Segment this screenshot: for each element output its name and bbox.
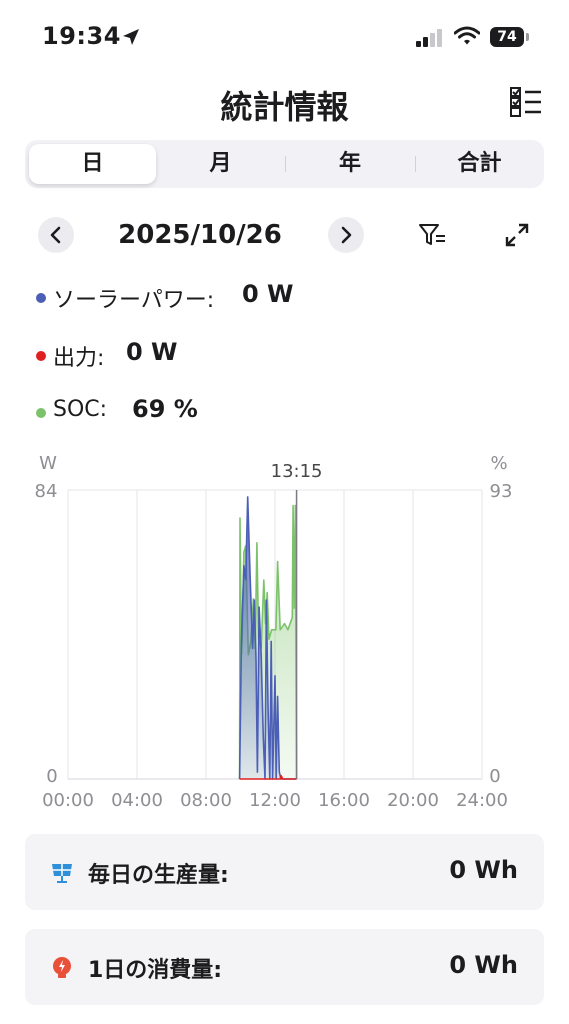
current-date[interactable]: 2025/10/26 [100,220,300,250]
daily-consumption-card: 1日の消費量: 0 Wh [25,929,544,1005]
cursor-time-label: 13:15 [271,461,323,482]
x-tick-label: 16:00 [318,790,370,811]
legend-dot [36,408,46,418]
tab-total[interactable]: 合計 [415,140,544,188]
legend-label: 出力: [53,346,105,371]
legend-value: 69 % [132,395,198,423]
x-tick-label: 20:00 [387,790,439,811]
x-tick-label: 24:00 [456,790,508,811]
x-tick-label: 12:00 [249,790,301,811]
next-date-button[interactable] [328,217,364,253]
left-axis-min: 0 [46,766,57,787]
tab-day[interactable]: 日 [29,144,156,184]
chevron-right-icon [341,226,352,244]
legend-dot [36,351,46,361]
card-value: 0 Wh [449,856,518,884]
card-value: 0 Wh [449,951,518,979]
chevron-left-icon [50,226,61,244]
legend-label: ソーラーパワー: [53,288,215,313]
daily-production-card: 毎日の生産量: 0 Wh [25,834,544,910]
right-axis-min: 0 [489,766,500,787]
legend-label: SOC: [53,397,108,422]
card-label: 1日の消費量: [88,958,223,983]
location-arrow-icon [123,29,139,45]
card-label: 毎日の生産量: [88,863,229,888]
x-tick-label: 04:00 [111,790,163,811]
legend-value: 0 W [242,280,294,308]
left-axis-unit: W [39,453,57,474]
prev-date-button[interactable] [38,217,74,253]
power-chart[interactable]: W % 84 93 0 0 13:15 00:00 04:00 08:00 12:00… [0,440,569,820]
wifi-icon [454,26,480,45]
period-segmented-control: 日 月 年 合計 [25,140,544,188]
status-bar: 19:34 74 [0,0,569,76]
solar-panel-icon [52,864,72,883]
battery-icon: 74 [490,27,530,47]
lightbulb-icon [53,957,71,978]
cellular-signal-icon [416,29,442,47]
x-tick-label: 08:00 [180,790,232,811]
battery-level: 74 [490,27,524,47]
tab-year[interactable]: 年 [285,140,415,188]
status-time: 19:34 [42,22,121,50]
left-axis-max: 84 [35,481,58,502]
x-tick-label: 00:00 [42,790,94,811]
page-title: 統計情報 [220,88,349,126]
legend-dot [36,293,46,303]
filter-icon[interactable] [418,222,448,250]
legend-value: 0 W [126,338,178,366]
right-axis-unit: % [490,453,507,474]
expand-icon[interactable] [504,222,530,248]
tab-month[interactable]: 月 [156,140,285,188]
checklist-icon[interactable] [509,86,543,118]
right-axis-max: 93 [490,481,513,502]
